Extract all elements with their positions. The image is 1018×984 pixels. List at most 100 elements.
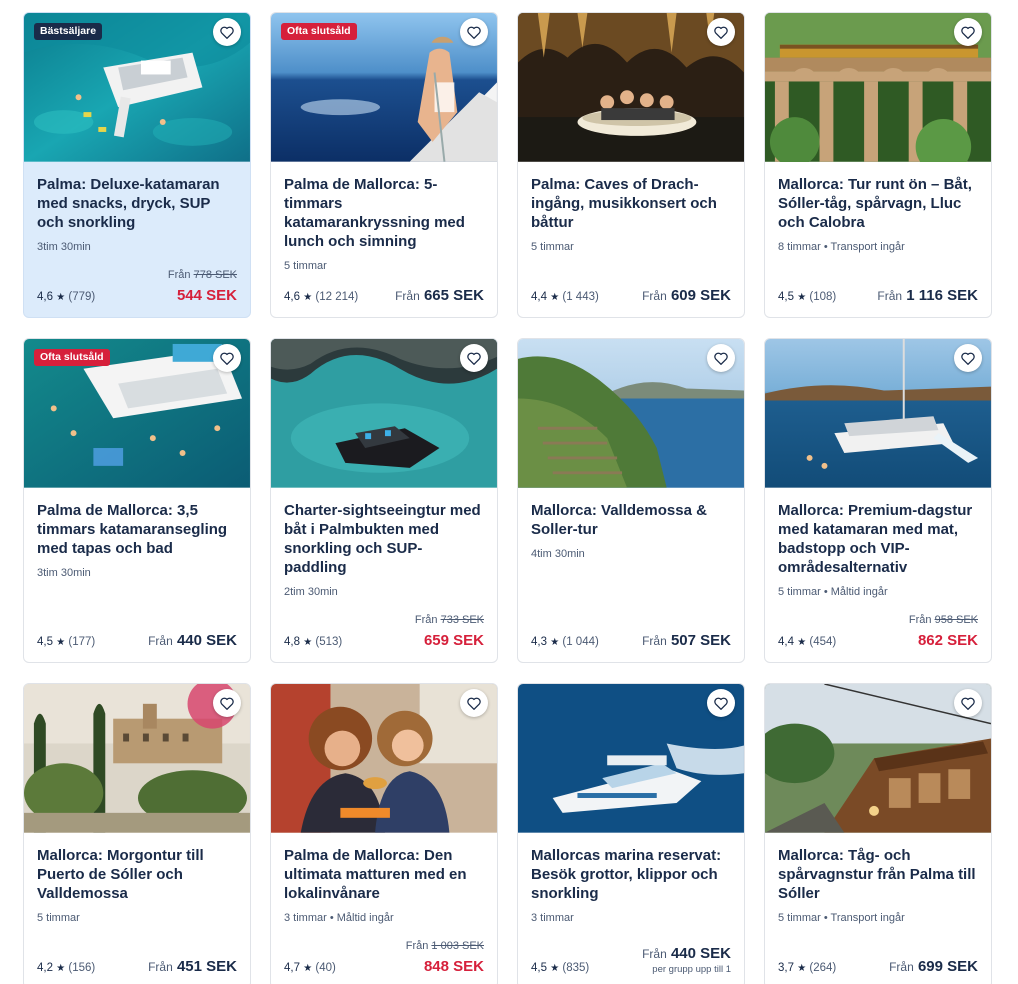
- heart-icon: [961, 352, 975, 365]
- activity-card[interactable]: Mallorcas marina reservat: Besök grottor…: [517, 683, 745, 984]
- activity-title[interactable]: Mallorca: Morgontur till Puerto de Sólle…: [37, 846, 237, 903]
- activity-duration: 3 timmar • Måltid ingår: [284, 912, 394, 924]
- favorite-button[interactable]: [213, 344, 241, 372]
- favorite-button[interactable]: [707, 18, 735, 46]
- favorite-button[interactable]: [954, 18, 982, 46]
- activity-title[interactable]: Palma: Deluxe-katamaran med snacks, dryc…: [37, 175, 237, 232]
- price: 1 116 SEK: [906, 287, 978, 304]
- activity-duration: 8 timmar • Transport ingår: [778, 241, 905, 253]
- star-icon: ★: [303, 963, 313, 974]
- activity-image[interactable]: [24, 684, 250, 834]
- from-label: Från: [642, 947, 667, 961]
- favorite-button[interactable]: [707, 344, 735, 372]
- favorite-button[interactable]: [954, 689, 982, 717]
- activity-card[interactable]: Mallorca: Tåg- och spårvagnstur från Pal…: [764, 683, 992, 984]
- activity-info: Palma: Caves of Drach-ingång, musikkonse…: [518, 163, 744, 317]
- activity-info: Mallorca: Valldemossa & Soller-tur 4tim …: [518, 489, 744, 662]
- activity-image[interactable]: [765, 339, 991, 489]
- activity-info: Charter-sightseeingtur med båt i Palmbuk…: [271, 489, 497, 662]
- activity-image[interactable]: [271, 684, 497, 834]
- original-price: 958 SEK: [934, 614, 978, 626]
- favorite-button[interactable]: [954, 344, 982, 372]
- activity-duration: 3tim 30min: [37, 241, 91, 253]
- price: 440 SEK: [176, 632, 237, 649]
- heart-icon: [714, 26, 728, 39]
- activity-image[interactable]: Ofta slutsåld: [24, 339, 250, 489]
- price: 665 SEK: [423, 287, 484, 304]
- favorite-button[interactable]: [213, 18, 241, 46]
- activity-title[interactable]: Palma de Mallorca: 5-timmars katamarankr…: [284, 175, 484, 251]
- rating: 4,4 ★ (454): [778, 635, 836, 650]
- activity-card[interactable]: Ofta slutsåld Palma de Mallorca: 3,5 tim…: [23, 338, 251, 663]
- activity-card[interactable]: Mallorca: Premium-dagstur med katamaran …: [764, 338, 992, 663]
- price-line: Från 1 116 SEK: [877, 287, 978, 305]
- activity-card[interactable]: Mallorca: Tur runt ön – Båt, Sóller-tåg,…: [764, 12, 992, 318]
- activity-title[interactable]: Mallorca: Premium-dagstur med katamaran …: [778, 501, 978, 577]
- activity-image[interactable]: [518, 339, 744, 489]
- activity-title[interactable]: Palma de Mallorca: Den ultimata matturen…: [284, 846, 484, 903]
- activity-footer: 4,5 ★ (177) Från 440 SEK: [37, 632, 237, 650]
- status-badge: Ofta slutsåld: [34, 349, 110, 366]
- activity-image[interactable]: Ofta slutsåld: [271, 13, 497, 163]
- favorite-button[interactable]: [460, 344, 488, 372]
- original-price: 778 SEK: [193, 269, 237, 281]
- favorite-button[interactable]: [460, 689, 488, 717]
- activity-card[interactable]: Palma de Mallorca: Den ultimata matturen…: [270, 683, 498, 984]
- activity-title[interactable]: Palma: Caves of Drach-ingång, musikkonse…: [531, 175, 731, 232]
- activity-card[interactable]: Palma: Caves of Drach-ingång, musikkonse…: [517, 12, 745, 318]
- activity-image[interactable]: [518, 13, 744, 163]
- price-block: Från 958 SEK 862 SEK: [909, 613, 978, 650]
- from-label: Från: [642, 289, 667, 303]
- activity-title[interactable]: Charter-sightseeingtur med båt i Palmbuk…: [284, 501, 484, 577]
- review-count: (108): [809, 291, 837, 303]
- activity-image[interactable]: [518, 684, 744, 834]
- from-label: Från: [877, 289, 903, 303]
- price-block: Från 507 SEK: [642, 632, 731, 650]
- review-count: (1 044): [562, 636, 599, 648]
- activity-duration: 2tim 30min: [284, 586, 338, 598]
- rating-value: 4,2: [37, 962, 53, 974]
- activity-title[interactable]: Mallorcas marina reservat: Besök grottor…: [531, 846, 731, 903]
- original-price-line: Från 958 SEK: [909, 613, 978, 627]
- star-icon: ★: [56, 292, 66, 303]
- price-line: Från 440 SEK: [642, 945, 731, 963]
- original-price-line: Från 733 SEK: [415, 613, 484, 627]
- rating: 4,5 ★ (177): [37, 635, 95, 650]
- review-count: (1 443): [562, 291, 599, 303]
- activity-footer: 4,6 ★ (12 214) Från 665 SEK: [284, 287, 484, 305]
- activity-title[interactable]: Palma de Mallorca: 3,5 timmars katamaran…: [37, 501, 237, 558]
- rating-value: 4,6: [37, 291, 53, 303]
- price-line: 848 SEK: [406, 958, 484, 976]
- activity-footer: 4,8 ★ (513) Från 733 SEK 659 SEK: [284, 613, 484, 650]
- activity-duration: 3 timmar: [531, 912, 574, 924]
- activity-card[interactable]: Charter-sightseeingtur med båt i Palmbuk…: [270, 338, 498, 663]
- from-label: Från: [167, 269, 191, 281]
- activity-card[interactable]: Bästsäljare Palma: Deluxe-katamaran med …: [23, 12, 251, 318]
- activity-card[interactable]: Ofta slutsåld Palma de Mallorca: 5-timma…: [270, 12, 498, 318]
- favorite-button[interactable]: [460, 18, 488, 46]
- favorite-button[interactable]: [213, 689, 241, 717]
- rating: 4,5 ★ (108): [778, 290, 836, 305]
- activity-image[interactable]: [271, 339, 497, 489]
- activity-title[interactable]: Mallorca: Tur runt ön – Båt, Sóller-tåg,…: [778, 175, 978, 232]
- activity-title[interactable]: Mallorca: Valldemossa & Soller-tur: [531, 501, 731, 539]
- from-label: Från: [148, 960, 173, 974]
- favorite-button[interactable]: [707, 689, 735, 717]
- price-line: 544 SEK: [168, 287, 237, 305]
- activity-card[interactable]: Mallorca: Morgontur till Puerto de Sólle…: [23, 683, 251, 984]
- activity-footer: 3,7 ★ (264) Från 699 SEK: [778, 958, 978, 976]
- activity-image[interactable]: [765, 684, 991, 834]
- rating: 4,7 ★ (40): [284, 961, 336, 976]
- activity-image[interactable]: Bästsäljare: [24, 13, 250, 163]
- activity-image[interactable]: [765, 13, 991, 163]
- star-icon: ★: [797, 637, 807, 648]
- review-count: (835): [562, 962, 590, 974]
- star-icon: ★: [550, 292, 560, 303]
- activity-card[interactable]: Mallorca: Valldemossa & Soller-tur 4tim …: [517, 338, 745, 663]
- rating: 4,2 ★ (156): [37, 961, 95, 976]
- price-line: 659 SEK: [415, 632, 484, 650]
- rating-value: 4,5: [37, 636, 53, 648]
- price-line: Från 440 SEK: [148, 632, 237, 650]
- activity-duration: 4tim 30min: [531, 548, 585, 560]
- activity-title[interactable]: Mallorca: Tåg- och spårvagnstur från Pal…: [778, 846, 978, 903]
